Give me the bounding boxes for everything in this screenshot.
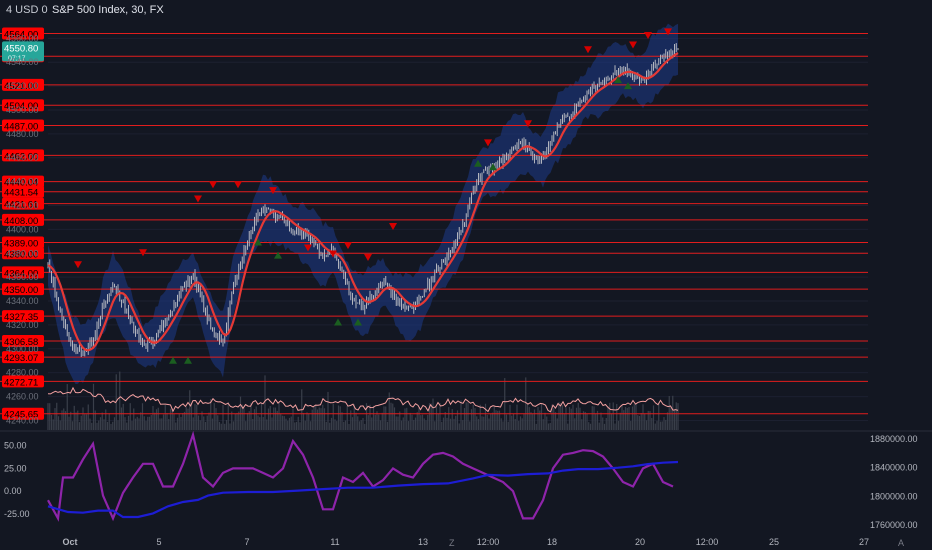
time-tick-label: 5 xyxy=(156,537,161,547)
price-tick-label: 4500.00 xyxy=(6,105,39,115)
oscillator-tick-label: 25.00 xyxy=(4,463,27,473)
price-tick-label: 4420.00 xyxy=(6,201,39,211)
time-tick-label: 13 xyxy=(418,537,428,547)
time-tick-label: Oct xyxy=(62,537,77,547)
price-tick-label: 4560.00 xyxy=(6,33,39,43)
price-tick-label: 4260.00 xyxy=(6,392,39,402)
oscillator-tick-label: -25.00 xyxy=(4,509,30,519)
volume-tick-label: 1880000.00 xyxy=(870,434,918,444)
price-tick-label: 4460.00 xyxy=(6,153,39,163)
time-tick-label: 27 xyxy=(859,537,869,547)
oscillator-tick-label: 50.00 xyxy=(4,441,27,451)
price-tick-label: 4280.00 xyxy=(6,368,39,378)
volume-tick-label: 1800000.00 xyxy=(870,491,918,501)
price-tick-label: 4360.00 xyxy=(6,272,39,282)
time-tick-label: 18 xyxy=(547,537,557,547)
time-tick-label: 25 xyxy=(769,537,779,547)
price-tick-label: 4340.00 xyxy=(6,296,39,306)
level-label-text: 4293.07 xyxy=(4,353,38,364)
time-tick-label: 20 xyxy=(635,537,645,547)
level-label-text: 4272.71 xyxy=(4,377,38,388)
price-tick-label: 4400.00 xyxy=(6,224,39,234)
volume-tick-label: 1760000.00 xyxy=(870,520,918,530)
chart-canvas[interactable]: 4564.004545.024521.004504.004487.004462.… xyxy=(0,0,932,550)
time-tick-label: 11 xyxy=(330,537,339,547)
time-tick-label: 12:00 xyxy=(477,537,500,547)
currency-label: 4 USD 0 xyxy=(6,4,48,16)
auto-scale-button[interactable]: A xyxy=(898,538,904,548)
current-price-value: 4550.80 xyxy=(4,43,38,54)
time-tick-label: 12:00 xyxy=(696,537,719,547)
price-tick-label: 4380.00 xyxy=(6,248,39,258)
symbol-title[interactable]: S&P 500 Index, 30, FX xyxy=(52,4,164,16)
time-tick-label: 7 xyxy=(244,537,249,547)
level-label-text: 4350.00 xyxy=(4,285,38,296)
volume-tick-label: 1840000.00 xyxy=(870,463,918,473)
price-tick-label: 4440.00 xyxy=(6,177,39,187)
price-tick-label: 4520.00 xyxy=(6,81,39,91)
price-tick-label: 4320.00 xyxy=(6,320,39,330)
price-tick-label: 4540.00 xyxy=(6,57,39,67)
level-label-text: 4431.54 xyxy=(4,188,38,199)
timezone-button[interactable]: Z xyxy=(449,538,455,548)
oscillator-tick-label: 0.00 xyxy=(4,486,22,496)
price-tick-label: 4300.00 xyxy=(6,344,39,354)
price-tick-label: 4240.00 xyxy=(6,415,39,425)
price-tick-label: 4480.00 xyxy=(6,129,39,139)
